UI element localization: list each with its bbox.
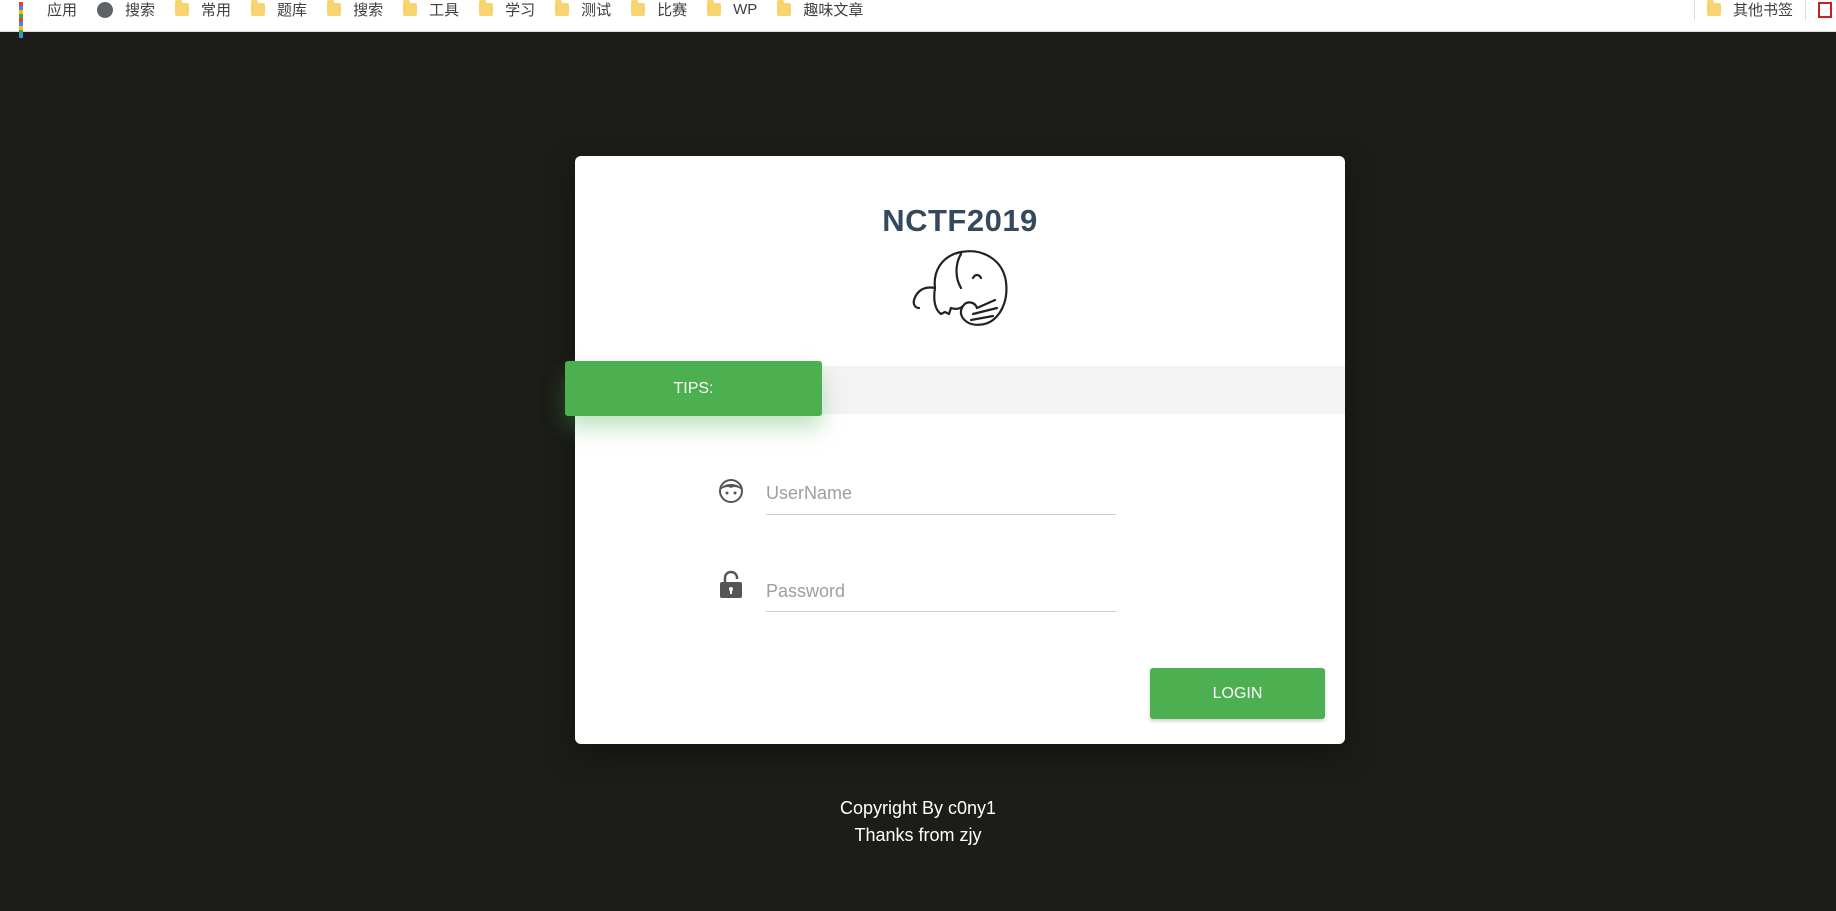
divider: [1805, 0, 1806, 20]
bookmark-label: 学习: [505, 2, 536, 19]
footer: Copyright By c0ny1 Thanks from zjy: [0, 795, 1836, 849]
bookmark-item[interactable]: 测试: [555, 0, 611, 25]
folder-icon: [1706, 0, 1721, 16]
folder-icon: [777, 0, 792, 16]
login-button[interactable]: LOGIN: [1150, 668, 1325, 719]
unlock-icon: [720, 570, 742, 598]
bookmark-label: 工具: [429, 2, 460, 19]
bookmark-label: 常用: [201, 2, 232, 19]
bookmark-label: WP: [733, 1, 758, 18]
bookmark-item[interactable]: 工具: [403, 0, 459, 25]
bookmark-label: 搜索: [125, 2, 156, 19]
bookmarks-list: 应用 搜索 常用 题库 搜索 工具 学习 测试 比赛 WP 趣味文章: [0, 0, 863, 38]
password-underline: [766, 611, 1116, 612]
bookmark-label: 其他书签: [1732, 2, 1793, 19]
login-card: NCTF2019 TIPS: LOGIN: [565, 156, 1345, 744]
bookmark-label: 题库: [277, 2, 308, 19]
bookmarks-right: 其他书签: [1682, 0, 1836, 25]
reading-list-icon[interactable]: [1818, 1, 1832, 18]
copyright-text: Copyright By c0ny1: [839, 798, 997, 818]
username-underline: [766, 514, 1116, 515]
bookmark-item[interactable]: 常用: [175, 0, 231, 25]
password-input[interactable]: [766, 579, 1116, 603]
elephant-icon: [912, 250, 1008, 326]
bookmark-apps[interactable]: 应用: [19, 0, 78, 38]
divider: [1693, 0, 1695, 20]
bookmark-label: 趣味文章: [803, 2, 864, 19]
bookmark-label: 搜索: [353, 2, 384, 19]
bookmark-label: 测试: [581, 2, 612, 19]
other-bookmarks[interactable]: 其他书签: [1706, 0, 1793, 25]
folder-icon: [555, 0, 570, 16]
username-input[interactable]: [766, 481, 1116, 505]
bookmark-item[interactable]: 题库: [251, 0, 307, 25]
apps-grid-icon: [19, 1, 35, 38]
bookmark-item[interactable]: 搜索: [327, 0, 383, 25]
page-title: NCTF2019: [882, 203, 1038, 238]
globe-icon: [97, 1, 114, 18]
bookmark-item[interactable]: 趣味文章: [777, 0, 863, 25]
bookmark-item[interactable]: 比赛: [631, 0, 687, 25]
folder-icon: [479, 0, 494, 16]
bookmark-label: 应用: [47, 2, 78, 19]
bookmark-item[interactable]: 搜索: [97, 0, 155, 25]
folder-icon: [251, 0, 266, 16]
bookmark-item[interactable]: 学习: [479, 0, 535, 25]
bookmark-label: 比赛: [657, 2, 688, 19]
face-icon: [719, 479, 743, 503]
folder-icon: [403, 0, 418, 16]
bookmarks-bar: 应用 搜索 常用 题库 搜索 工具 学习 测试 比赛 WP 趣味文章 其他书签: [0, 0, 1836, 38]
folder-icon: [327, 0, 342, 16]
bookmark-item[interactable]: WP: [707, 0, 757, 25]
folder-icon: [175, 0, 190, 16]
tips-button[interactable]: TIPS:: [565, 361, 822, 416]
thanks-text: Thanks from zjy: [854, 825, 982, 845]
folder-icon: [631, 0, 646, 16]
folder-icon: [707, 0, 722, 16]
